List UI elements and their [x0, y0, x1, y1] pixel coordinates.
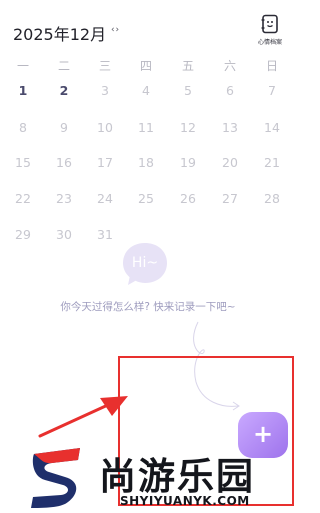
- weekday-label: 一: [16, 59, 29, 73]
- calendar-day[interactable]: 6: [215, 83, 245, 98]
- calendar-day[interactable]: 20: [215, 155, 245, 170]
- calendar-day[interactable]: 5: [173, 83, 203, 98]
- calendar-day[interactable]: 16: [49, 155, 79, 170]
- calendar-day[interactable]: 27: [215, 191, 245, 206]
- hi-text: Hi~: [131, 255, 159, 271]
- calendar-day[interactable]: 4: [131, 83, 161, 98]
- calendar-day[interactable]: 7: [257, 83, 287, 98]
- calendar-day[interactable]: 19: [173, 155, 203, 170]
- calendar-day[interactable]: 12: [173, 120, 203, 135]
- calendar-day[interactable]: 22: [8, 191, 38, 206]
- notebook-face-icon: [261, 14, 278, 34]
- calendar-day[interactable]: 15: [8, 155, 38, 170]
- calendar-day[interactable]: 1: [8, 83, 38, 98]
- calendar-day[interactable]: 26: [173, 191, 203, 206]
- watermark-logo-icon: [31, 448, 80, 508]
- calendar-day[interactable]: 3: [90, 83, 120, 98]
- calendar-header: 2025年12月 ‹ › 心情档案: [0, 0, 300, 56]
- calendar-day[interactable]: 21: [257, 155, 287, 170]
- weekday-label: 二: [57, 59, 70, 73]
- calendar-day[interactable]: 2: [49, 83, 79, 98]
- calendar-day[interactable]: 9: [49, 120, 79, 135]
- calendar-day[interactable]: 17: [90, 155, 120, 170]
- calendar-day[interactable]: 18: [131, 155, 161, 170]
- calendar-day[interactable]: 23: [49, 191, 79, 206]
- calendar-day[interactable]: 10: [90, 120, 120, 135]
- mood-archive-label: 心情档案: [257, 39, 282, 46]
- month-nav-arrows[interactable]: ‹ ›: [111, 25, 119, 35]
- weekday-label: 四: [139, 59, 152, 73]
- weekday-header: 一二三四五六日: [0, 52, 300, 76]
- calendar-day[interactable]: 30: [49, 227, 79, 242]
- calendar-day[interactable]: 25: [131, 191, 161, 206]
- calendar-day[interactable]: 28: [257, 191, 287, 206]
- month-title[interactable]: 2025年12月: [13, 21, 106, 45]
- calendar-day[interactable]: 24: [90, 191, 120, 206]
- watermark-name: 尚游乐园: [99, 455, 255, 498]
- hi-bubble: Hi~: [121, 241, 173, 295]
- empty-state-prompt: 你今天过得怎么样? 快来记录一下吧~: [60, 301, 236, 313]
- calendar-day[interactable]: 14: [257, 120, 287, 135]
- red-arrow-icon: [38, 396, 128, 438]
- calendar-day[interactable]: 11: [131, 120, 161, 135]
- calendar-day[interactable]: 13: [215, 120, 245, 135]
- weekday-label: 日: [265, 59, 278, 73]
- mood-archive-button[interactable]: 心情档案: [252, 14, 288, 48]
- weekday-label: 六: [223, 59, 236, 73]
- weekday-label: 五: [181, 59, 194, 73]
- weekday-label: 三: [98, 59, 111, 73]
- calendar-day[interactable]: 29: [8, 227, 38, 242]
- calendar-day[interactable]: 31: [90, 227, 120, 242]
- watermark-url: SHYIYUANYK.COM: [120, 494, 250, 508]
- calendar-day[interactable]: 8: [8, 120, 38, 135]
